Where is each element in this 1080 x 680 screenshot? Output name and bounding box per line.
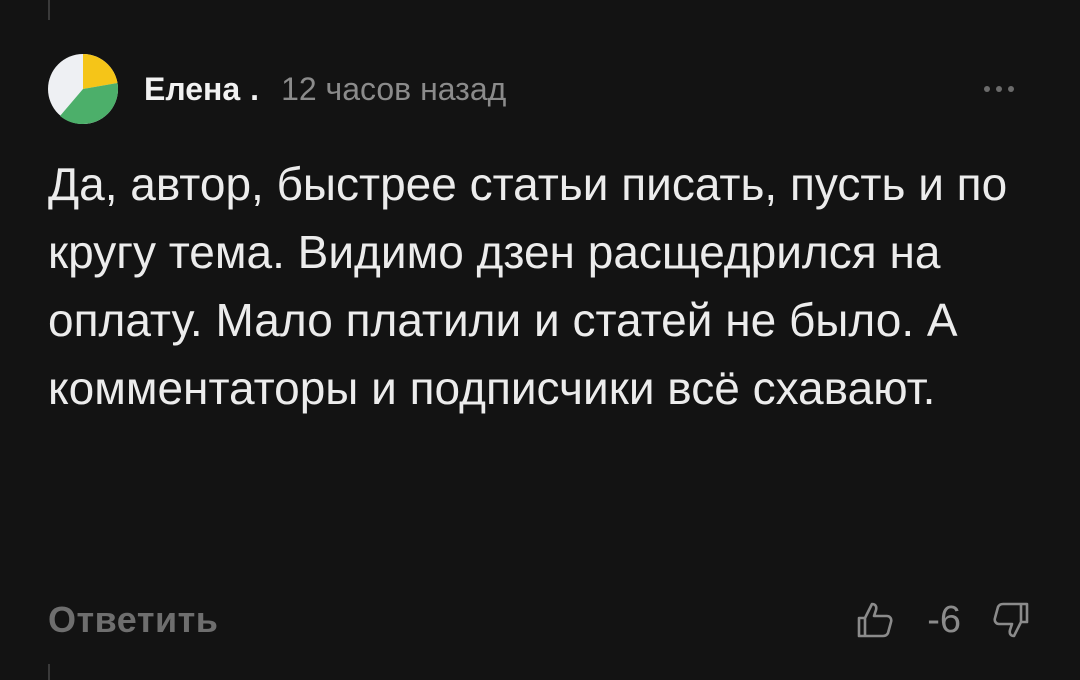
separator-dot: .	[250, 70, 260, 107]
score-count: -6	[927, 598, 961, 641]
comment: Елена . 12 часов назад Да, автор, быстре…	[48, 50, 1048, 641]
reply-button[interactable]: Ответить	[48, 599, 218, 641]
more-horizontal-icon-dot	[1008, 86, 1014, 92]
more-horizontal-icon	[984, 86, 990, 92]
comment-text: Да, автор, быстрее статьи писать, пусть …	[48, 158, 1008, 414]
thumbs-down-icon[interactable]	[989, 598, 1033, 642]
comment-timestamp: 12 часов назад	[281, 70, 507, 107]
more-options-button[interactable]	[984, 86, 1014, 92]
more-horizontal-icon-dot	[996, 86, 1002, 92]
author-name[interactable]: Елена	[144, 71, 240, 108]
avatar[interactable]	[48, 54, 118, 124]
vote-controls: -6	[853, 598, 1033, 642]
thread-line-top	[48, 0, 50, 20]
thumbs-up-icon[interactable]	[853, 598, 897, 642]
avatar-image	[48, 54, 118, 124]
thread-line-bottom	[48, 664, 50, 680]
comment-actions: Ответить -6	[48, 595, 1033, 645]
comment-header: Елена . 12 часов назад	[48, 50, 1048, 128]
